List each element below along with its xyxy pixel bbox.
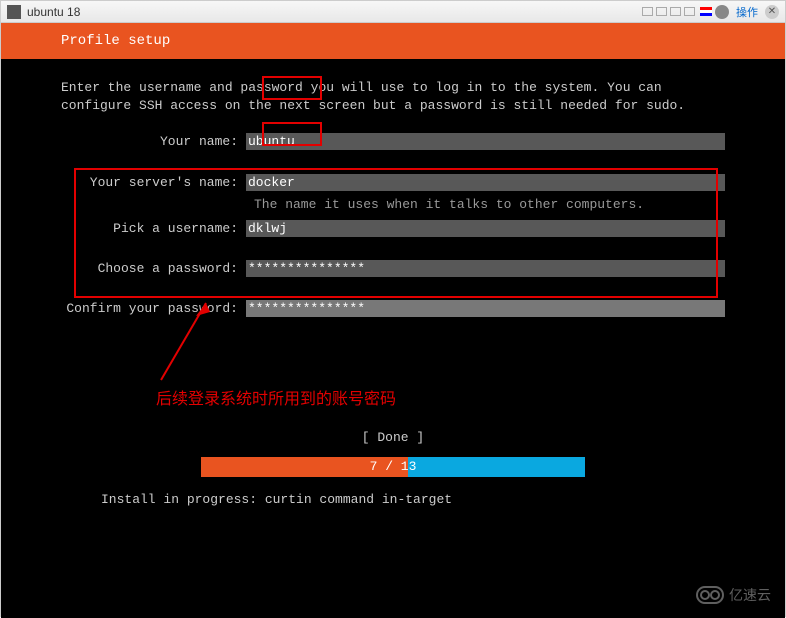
installer-header: Profile setup (1, 23, 785, 59)
name-input[interactable]: ubuntu (246, 133, 725, 150)
page-title: Profile setup (61, 33, 170, 49)
screen-icon-2[interactable] (656, 7, 667, 16)
password-input[interactable]: *************** (246, 260, 725, 277)
progress-text: 7 / 13 (201, 457, 585, 477)
password-label: Choose a password: (61, 260, 246, 278)
confirm-label: Confirm your password: (61, 300, 246, 318)
titlebar-controls: 操作 ✕ (642, 4, 779, 20)
annotation-text: 后续登录系统时所用到的账号密码 (156, 385, 396, 409)
description-text: Enter the username and password you will… (61, 79, 725, 115)
gear-icon[interactable] (715, 5, 729, 19)
server-label: Your server's name: (61, 174, 246, 192)
screen-icon-1[interactable] (642, 7, 653, 16)
server-help: The name it uses when it talks to other … (254, 196, 725, 214)
flag-icon (700, 7, 712, 16)
done-button[interactable]: [ Done ] (61, 429, 725, 447)
name-label: Your name: (61, 133, 246, 151)
window-title: ubuntu 18 (27, 5, 80, 19)
install-status: Install in progress: curtin command in-t… (61, 491, 725, 509)
window-titlebar: ubuntu 18 操作 ✕ (1, 1, 785, 23)
vm-icon (7, 5, 21, 19)
watermark-icon (696, 586, 724, 604)
server-input[interactable]: docker (246, 174, 725, 191)
username-label: Pick a username: (61, 220, 246, 238)
close-icon[interactable]: ✕ (765, 5, 779, 19)
watermark-text: 亿速云 (729, 585, 771, 605)
screen-icon-4[interactable] (684, 7, 695, 16)
username-input[interactable]: dklwj (246, 220, 725, 237)
terminal-area: Profile setup Enter the username and pas… (1, 23, 785, 618)
action-menu[interactable]: 操作 (736, 4, 758, 20)
watermark: 亿速云 (696, 585, 771, 605)
confirm-input[interactable]: *************** (246, 300, 725, 317)
progress-bar: 7 / 13 (201, 457, 585, 477)
screen-icon-3[interactable] (670, 7, 681, 16)
